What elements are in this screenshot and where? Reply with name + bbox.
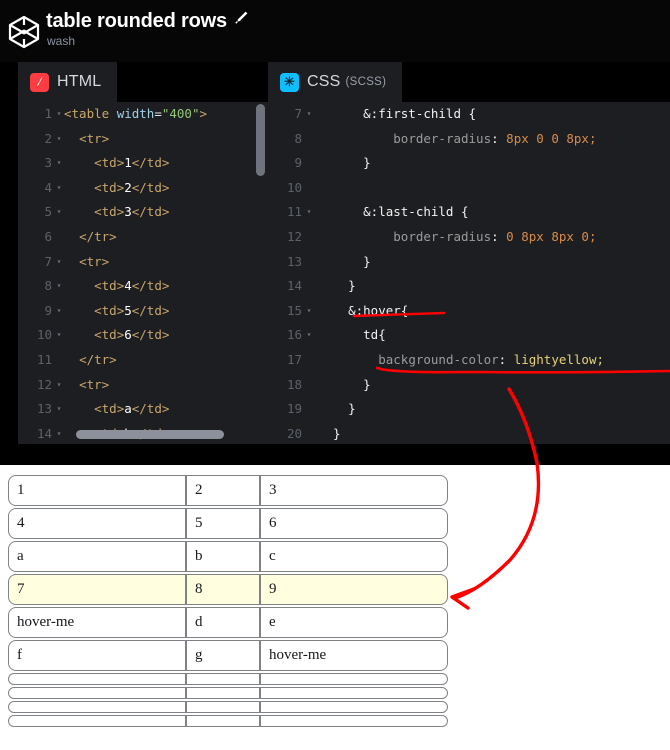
table-row[interactable]: 789 <box>8 574 448 605</box>
html-horizontal-scrollbar[interactable] <box>76 430 224 439</box>
page-title: table rounded rows <box>46 8 249 33</box>
html-tabbar: / HTML <box>18 62 268 102</box>
table-row[interactable]: f g hover-me <box>8 640 448 671</box>
table-cell[interactable] <box>186 701 260 713</box>
table-cell[interactable]: f <box>8 640 186 671</box>
html-fold-markers[interactable]: ▾ ▾ ▾ ▾ ▾ ▾ ▾ ▾ ▾ ▾ ▾ ▾ <box>54 102 64 444</box>
css-code-lines[interactable]: &:first-child { border-radius: 8px 0 0 8… <box>318 102 604 444</box>
table-cell[interactable]: c <box>260 541 448 572</box>
table-cell[interactable] <box>186 673 260 685</box>
table-cell[interactable]: 5 <box>186 508 260 539</box>
pencil-icon[interactable] <box>234 8 249 31</box>
table-row[interactable]: abc <box>8 541 448 572</box>
table-cell[interactable]: hover-me <box>8 607 186 638</box>
table-cell[interactable]: 4 <box>8 508 186 539</box>
table-row[interactable] <box>8 701 448 713</box>
table-cell[interactable] <box>8 715 186 727</box>
html-vertical-scrollbar[interactable] <box>256 104 265 176</box>
html-logo-icon: / <box>30 72 49 92</box>
html-line-numbers: 1 2 3 4 5 6 7 8 9 10 11 12 13 14 <box>36 106 52 441</box>
table-cell[interactable]: 2 <box>186 475 260 506</box>
html-editor-pane: / HTML 1 2 3 4 5 6 7 8 9 10 11 12 13 14 … <box>18 62 268 444</box>
table-cell[interactable]: 6 <box>260 508 448 539</box>
table-row[interactable]: 456 <box>8 508 448 539</box>
css-code-area[interactable]: 7 8 9 10 11 12 13 14 15 16 17 18 19 20 ▾… <box>268 102 670 444</box>
tab-html-label: HTML <box>57 73 102 90</box>
table-cell[interactable] <box>8 701 186 713</box>
table-cell[interactable] <box>186 687 260 699</box>
table-cell[interactable] <box>260 715 448 727</box>
table-cell[interactable] <box>260 701 448 713</box>
css-tabbar: ✳ CSS (SCSS) <box>268 62 670 102</box>
table-cell[interactable]: hover-me <box>260 640 448 671</box>
table-cell[interactable] <box>8 687 186 699</box>
table-cell[interactable]: e <box>260 607 448 638</box>
editor-area: / HTML 1 2 3 4 5 6 7 8 9 10 11 12 13 14 … <box>0 62 670 444</box>
table-cell[interactable]: 8 <box>186 574 260 605</box>
table-cell[interactable]: d <box>186 607 260 638</box>
table-cell[interactable]: b <box>186 541 260 572</box>
table-cell[interactable]: g <box>186 640 260 671</box>
table-cell[interactable]: 3 <box>260 475 448 506</box>
html-code-lines[interactable]: <table width="400"> <tr> <td>1</td> <td>… <box>64 102 207 444</box>
preview-table: 1 2 3 4 5 6 a b c 7 8 9 hover-me d e f g hover-me <box>8 473 448 729</box>
table-row[interactable] <box>8 687 448 699</box>
css-line-numbers: 7 8 9 10 11 12 13 14 15 16 17 18 19 20 <box>286 106 302 441</box>
table-row[interactable] <box>8 715 448 727</box>
tab-css-sublabel: (SCSS) <box>345 76 387 88</box>
table-cell[interactable] <box>260 673 448 685</box>
table-cell[interactable] <box>8 673 186 685</box>
author-name[interactable]: wash <box>47 34 75 48</box>
tab-css-label: CSS <box>307 73 341 90</box>
table-row[interactable]: 123 <box>8 475 448 506</box>
page-title-text: table rounded rows <box>46 10 227 32</box>
page-header: table rounded rows wash <box>0 0 670 62</box>
table-cell[interactable] <box>260 687 448 699</box>
table-cell[interactable]: 9 <box>260 574 448 605</box>
table-row[interactable]: hover-me d e <box>8 607 448 638</box>
table-cell[interactable]: 1 <box>8 475 186 506</box>
table-cell[interactable]: a <box>8 541 186 572</box>
css-fold-markers[interactable]: ▾ ▾ ▾ ▾ <box>304 102 314 444</box>
css-editor-pane: ✳ CSS (SCSS) 7 8 9 10 11 12 13 14 15 16 … <box>268 62 670 444</box>
table-row[interactable] <box>8 673 448 685</box>
preview-pane: 1 2 3 4 5 6 a b c 7 8 9 hover-me d e f g hover-me <box>0 465 670 750</box>
tab-html[interactable]: / HTML <box>18 62 118 102</box>
table-cell[interactable] <box>186 715 260 727</box>
html-code-area[interactable]: 1 2 3 4 5 6 7 8 9 10 11 12 13 14 ▾ ▾ ▾ ▾… <box>18 102 268 444</box>
table-cell[interactable]: 7 <box>8 574 186 605</box>
tab-css[interactable]: ✳ CSS (SCSS) <box>268 62 403 102</box>
css-logo-icon: ✳ <box>280 72 299 92</box>
codepen-logo-icon[interactable] <box>4 12 44 52</box>
